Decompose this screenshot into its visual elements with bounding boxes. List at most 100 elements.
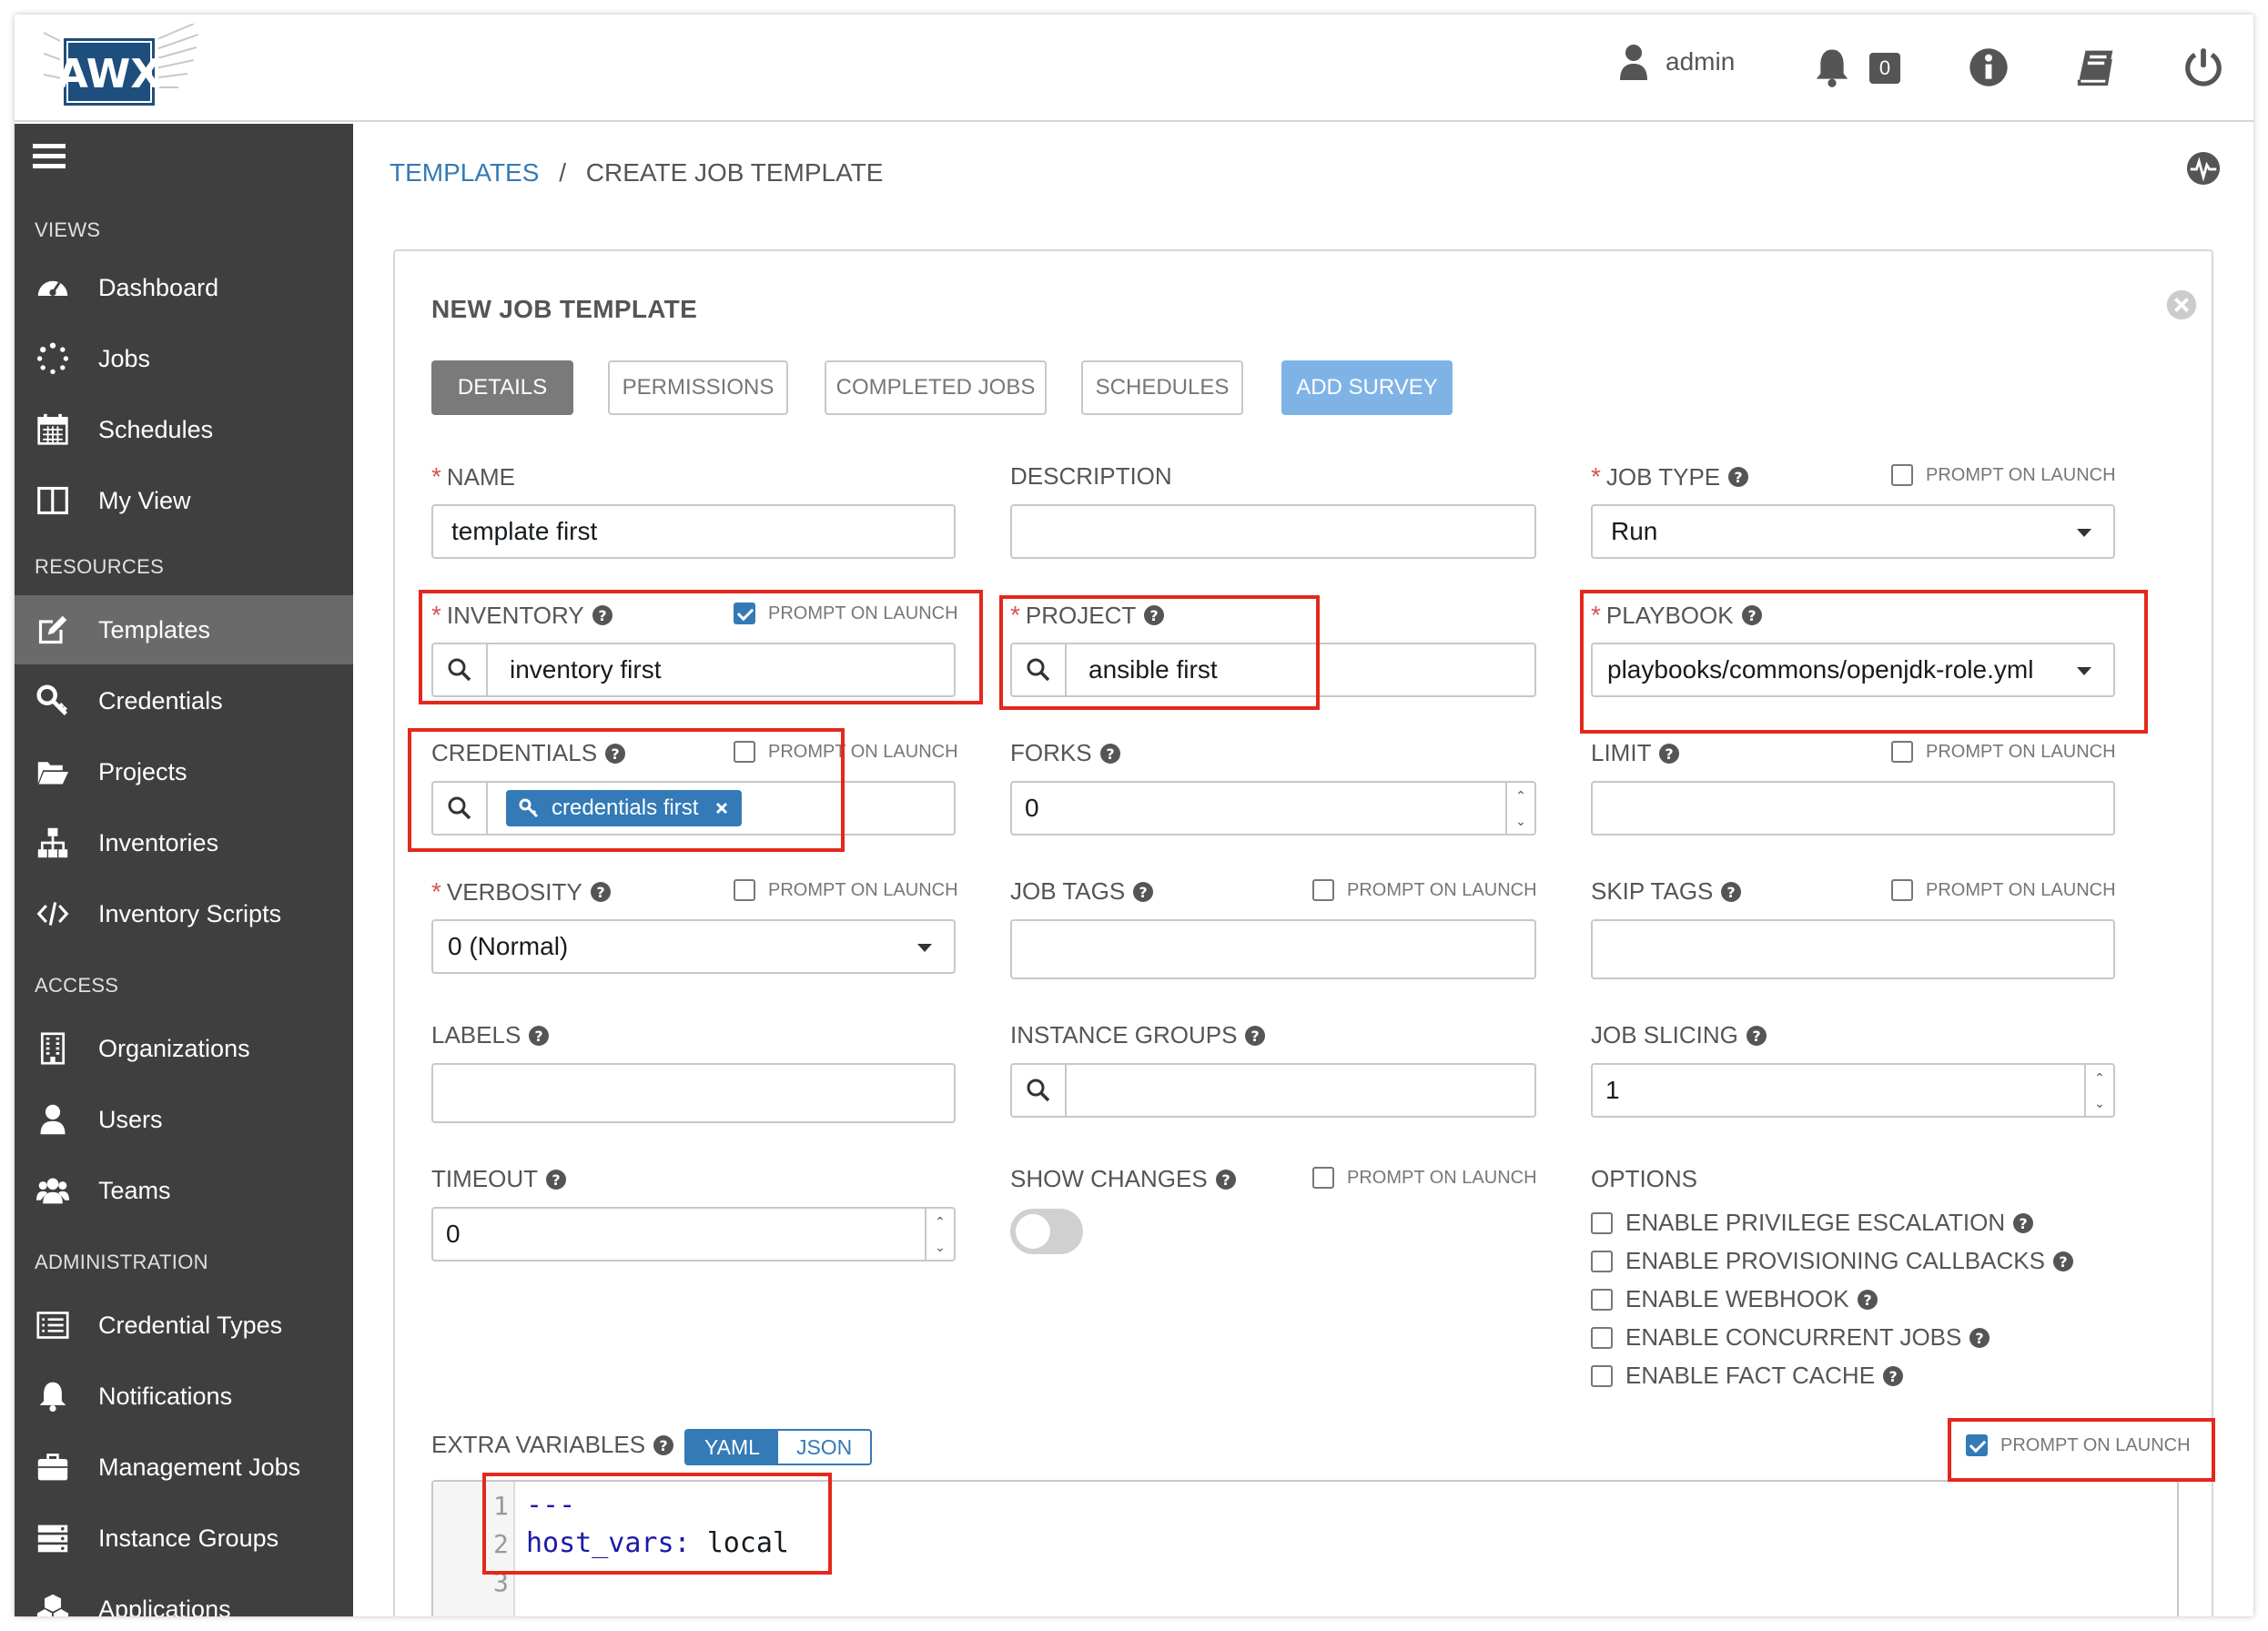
sidebar-item-applications[interactable]: Applications xyxy=(15,1575,353,1616)
timeout-input[interactable]: 0 ⌃ ⌄ xyxy=(431,1207,956,1261)
sidebar-item-templates[interactable]: Templates xyxy=(15,595,353,664)
help-icon: ? xyxy=(1215,1169,1236,1190)
option-provisioning-callbacks[interactable]: ENABLE PROVISIONING CALLBACKS? xyxy=(1591,1247,2074,1275)
job-slicing-input[interactable]: 1 ⌃ ⌄ xyxy=(1591,1063,2115,1118)
sidebar-item-teams[interactable]: Teams xyxy=(15,1156,353,1225)
yaml-button[interactable]: YAML xyxy=(686,1431,778,1464)
json-button[interactable]: JSON xyxy=(777,1431,871,1464)
help-icon: ? xyxy=(1883,1365,1904,1386)
checkbox xyxy=(1312,1167,1334,1189)
search-icon xyxy=(1012,1065,1067,1116)
verbosity-select[interactable]: 0 (Normal) xyxy=(431,919,956,974)
help-icon: ? xyxy=(2013,1212,2034,1233)
description-input[interactable] xyxy=(1010,504,1536,559)
user-icon xyxy=(1620,45,1647,80)
sitemap-icon xyxy=(35,825,71,861)
cubes-icon xyxy=(35,1591,71,1616)
calendar-icon xyxy=(35,411,71,448)
job-tags-label: JOB TAGS? xyxy=(1010,877,1154,906)
checkbox xyxy=(1891,879,1913,901)
svg-text:?: ? xyxy=(1106,745,1114,763)
svg-text:?: ? xyxy=(1888,1368,1897,1385)
bell-icon xyxy=(35,1378,71,1414)
help-icon: ? xyxy=(653,1434,674,1455)
code-icon xyxy=(35,896,71,932)
breadcrumb: TEMPLATES / CREATE JOB TEMPLATE xyxy=(390,158,884,187)
limit-prompt-on-launch[interactable]: PROMPT ON LAUNCH xyxy=(1891,741,2116,763)
hamburger-menu-icon[interactable] xyxy=(33,144,66,171)
sidebar-item-notifications[interactable]: Notifications xyxy=(15,1362,353,1431)
sidebar-item-instance-groups[interactable]: Instance Groups xyxy=(15,1504,353,1573)
documentation-book-icon[interactable] xyxy=(2075,46,2117,88)
svg-text:?: ? xyxy=(659,1437,667,1454)
awx-logo[interactable]: AWX xyxy=(44,24,198,119)
sidebar-item-dashboard[interactable]: Dashboard xyxy=(15,253,353,322)
show-changes-prompt-on-launch[interactable]: PROMPT ON LAUNCH xyxy=(1312,1167,1537,1189)
description-label: DESCRIPTION xyxy=(1010,462,1172,490)
sidebar-item-credentials[interactable]: Credentials xyxy=(15,666,353,735)
svg-text:?: ? xyxy=(1221,1171,1230,1189)
tab-permissions[interactable]: PERMISSIONS xyxy=(608,360,788,415)
instance-groups-lookup[interactable] xyxy=(1010,1063,1536,1118)
sidebar-item-projects[interactable]: Projects xyxy=(15,737,353,806)
svg-text:?: ? xyxy=(552,1171,560,1189)
help-icon: ? xyxy=(590,882,611,902)
skip-tags-label: SKIP TAGS? xyxy=(1591,877,1742,906)
notifications-bell-icon[interactable] xyxy=(1811,46,1853,88)
highlight-box-extra-vars-prompt xyxy=(1948,1418,2215,1482)
sidebar-item-schedules[interactable]: Schedules xyxy=(15,395,353,464)
instance-groups-label: INSTANCE GROUPS? xyxy=(1010,1021,1266,1049)
job-type-select[interactable]: Run xyxy=(1591,504,2115,559)
svg-text:?: ? xyxy=(1752,1028,1760,1045)
limit-input[interactable] xyxy=(1591,781,2115,836)
dashboard-icon xyxy=(35,269,71,306)
option-webhook[interactable]: ENABLE WEBHOOK? xyxy=(1591,1285,1878,1313)
job-slicing-label: JOB SLICING? xyxy=(1591,1021,1767,1049)
job-tags-input[interactable] xyxy=(1010,919,1536,979)
job-type-prompt-on-launch[interactable]: PROMPT ON LAUNCH xyxy=(1891,464,2116,486)
app-window: AWX admin 0 VIEWS Dashboard Jobs Schedul… xyxy=(15,15,2253,1616)
name-input[interactable]: template first xyxy=(431,504,956,559)
section-views: VIEWS xyxy=(35,218,101,241)
option-privilege-escalation[interactable]: ENABLE PRIVILEGE ESCALATION? xyxy=(1591,1209,2034,1237)
sidebar-item-users[interactable]: Users xyxy=(15,1085,353,1154)
breadcrumb-templates-link[interactable]: TEMPLATES xyxy=(390,158,539,187)
svg-text:?: ? xyxy=(535,1028,543,1045)
tab-schedules[interactable]: SCHEDULES xyxy=(1081,360,1243,415)
user-menu[interactable]: admin xyxy=(1618,44,1735,80)
help-icon: ? xyxy=(1133,881,1154,902)
option-fact-cache[interactable]: ENABLE FACT CACHE? xyxy=(1591,1362,1904,1390)
close-icon[interactable] xyxy=(2164,288,2199,322)
svg-text:AWX: AWX xyxy=(57,51,162,97)
forks-input[interactable]: 0 ⌃ ⌄ xyxy=(1010,781,1536,836)
tab-details[interactable]: DETAILS xyxy=(431,360,573,415)
job-tags-prompt-on-launch[interactable]: PROMPT ON LAUNCH xyxy=(1312,879,1537,901)
activity-stream-icon[interactable] xyxy=(2186,151,2221,186)
tab-completed-jobs[interactable]: COMPLETED JOBS xyxy=(825,360,1047,415)
sidebar-item-inventory-scripts[interactable]: Inventory Scripts xyxy=(15,879,353,948)
sidebar-item-inventories[interactable]: Inventories xyxy=(15,808,353,877)
add-survey-button[interactable]: ADD SURVEY xyxy=(1281,360,1453,415)
sidebar-item-management-jobs[interactable]: Management Jobs xyxy=(15,1433,353,1502)
svg-text:?: ? xyxy=(2019,1215,2027,1232)
sidebar-item-organizations[interactable]: Organizations xyxy=(15,1014,353,1083)
skip-tags-prompt-on-launch[interactable]: PROMPT ON LAUNCH xyxy=(1891,879,2116,901)
help-icon: ? xyxy=(1245,1025,1266,1046)
skip-tags-input[interactable] xyxy=(1591,919,2115,979)
main-content: TEMPLATES / CREATE JOB TEMPLATE NEW JOB … xyxy=(353,124,2253,1616)
list-alt-icon xyxy=(35,1307,71,1343)
labels-input[interactable] xyxy=(431,1063,956,1123)
highlight-box-credentials xyxy=(408,728,845,852)
user-icon xyxy=(35,1101,71,1138)
verbosity-prompt-on-launch[interactable]: PROMPT ON LAUNCH xyxy=(734,879,958,901)
sidebar-item-jobs[interactable]: Jobs xyxy=(15,324,353,393)
sidebar-item-credential-types[interactable]: Credential Types xyxy=(15,1291,353,1360)
number-spinner: ⌃ ⌄ xyxy=(2084,1065,2113,1116)
option-concurrent-jobs[interactable]: ENABLE CONCURRENT JOBS? xyxy=(1591,1323,1990,1352)
sidebar-item-my-view[interactable]: My View xyxy=(15,466,353,535)
info-icon[interactable] xyxy=(1968,46,2010,88)
breadcrumb-current: CREATE JOB TEMPLATE xyxy=(585,158,884,187)
show-changes-toggle[interactable] xyxy=(1010,1209,1083,1254)
checkbox xyxy=(1591,1250,1613,1272)
logout-power-icon[interactable] xyxy=(2182,46,2224,88)
